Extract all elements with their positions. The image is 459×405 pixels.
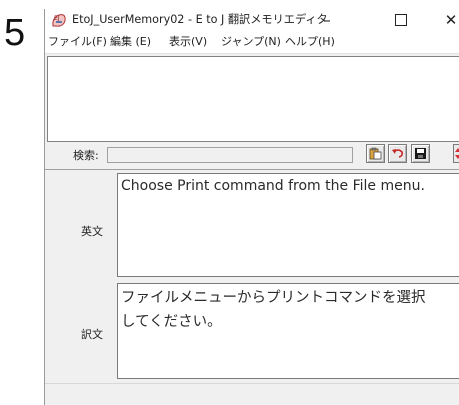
- japanese-text-box[interactable]: ファイルメニューからプリントコマンドを選択 してください。: [117, 283, 459, 379]
- minimize-button[interactable]: –: [315, 9, 339, 31]
- menu-help[interactable]: ヘルプ(H): [285, 35, 335, 49]
- maximize-button[interactable]: [389, 9, 413, 31]
- menu-jump[interactable]: ジャンプ(N): [221, 35, 281, 49]
- svg-text:EJ: EJ: [54, 15, 60, 22]
- search-input[interactable]: [107, 147, 353, 163]
- app-icon: EJ: [51, 12, 67, 28]
- close-button[interactable]: ✕: [440, 9, 459, 31]
- search-label: 検索:: [73, 149, 99, 162]
- divider: [45, 169, 459, 170]
- english-text-box[interactable]: Choose Print command from the File menu.: [117, 173, 459, 277]
- japanese-label: 訳文: [81, 328, 103, 341]
- english-label: 英文: [81, 225, 103, 238]
- menu-view[interactable]: 表示(V): [169, 35, 207, 49]
- save-icon: [415, 148, 426, 159]
- spin-icon: [455, 148, 459, 159]
- menu-edit[interactable]: 編集 (E): [110, 35, 151, 49]
- memory-list[interactable]: [47, 56, 459, 142]
- undo-icon: [392, 149, 403, 158]
- maximize-icon: [395, 13, 407, 26]
- japanese-text: ファイルメニューからプリントコマンドを選択 してください。: [121, 286, 426, 334]
- menu-file[interactable]: ファイル(F): [48, 35, 107, 49]
- save-button[interactable]: [411, 144, 430, 163]
- menu-bar: ファイル(F) 編集 (E) 表示(V) ジャンプ(N) ヘルプ(H): [45, 31, 459, 54]
- japanese-line-2: してください。: [121, 314, 222, 330]
- window-title: EtoJ_UserMemory02 - E to J 翻訳メモリエディタ: [72, 13, 328, 26]
- editor-window: EJ EtoJ_UserMemory02 - E to J 翻訳メモリエディタ …: [44, 9, 459, 405]
- japanese-line-1: ファイルメニューからプリントコマンドを選択: [121, 290, 426, 306]
- paste-icon: [369, 147, 382, 160]
- english-text: Choose Print command from the File menu.: [121, 178, 425, 194]
- status-bar: [45, 383, 459, 405]
- step-number: 5: [4, 12, 26, 54]
- title-bar[interactable]: EJ EtoJ_UserMemory02 - E to J 翻訳メモリエディタ …: [45, 9, 459, 31]
- spin-button[interactable]: [453, 144, 459, 163]
- undo-button[interactable]: [388, 144, 407, 163]
- paste-button[interactable]: [366, 144, 385, 163]
